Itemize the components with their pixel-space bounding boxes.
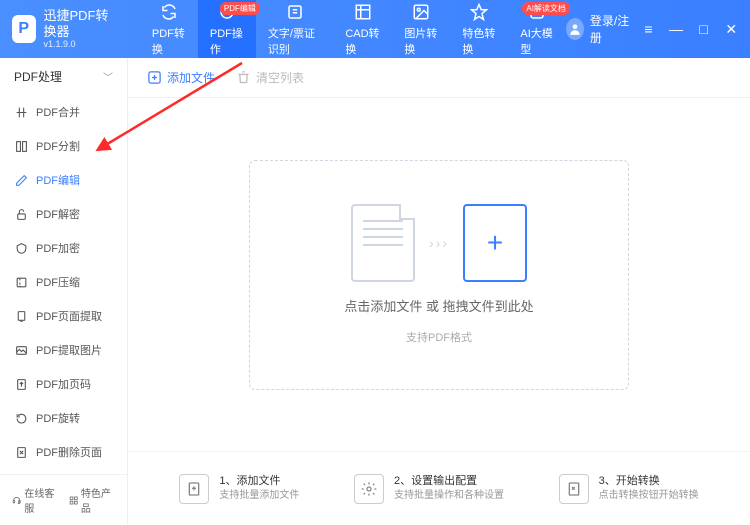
featured-link[interactable]: 特色产品: [69, 485, 116, 515]
edit-icon: [14, 173, 28, 187]
image-extract-icon: [14, 343, 28, 357]
pagenum-icon: [14, 377, 28, 391]
merge-icon: [14, 105, 28, 119]
sidebar-item-merge[interactable]: PDF合并: [0, 95, 127, 129]
toolbar: 添加文件 清空列表: [128, 58, 750, 98]
logo-area: P 迅捷PDF转换器 v1.1.9.0: [0, 8, 132, 50]
rotate-icon: [14, 411, 28, 425]
support-link[interactable]: 在线客服: [12, 485, 59, 515]
delete-icon: [14, 445, 28, 459]
sidebar-list: PDF合并 PDF分割 PDF编辑 PDF解密 PDF加密 PDF压缩 PDF页…: [0, 95, 127, 474]
clear-list-button[interactable]: 清空列表: [235, 69, 304, 86]
app-logo-icon: P: [12, 15, 36, 43]
unlock-icon: [14, 207, 28, 221]
star-icon: [469, 2, 489, 22]
sidebar-item-delete-page[interactable]: PDF删除页面: [0, 435, 127, 469]
close-button[interactable]: ✕: [720, 16, 742, 42]
header-right: 登录/注册 ≡ — □ ✕: [566, 12, 750, 46]
header: P 迅捷PDF转换器 v1.1.9.0 PDF转换 PDF编辑 PDF操作 文字…: [0, 0, 750, 58]
avatar-icon: [566, 18, 584, 40]
add-file-button[interactable]: 添加文件: [146, 69, 215, 86]
nav-cad[interactable]: CAD转换: [333, 0, 392, 58]
cad-icon: [353, 2, 373, 22]
sidebar-footer: 在线客服 特色产品: [0, 474, 127, 525]
nav-special[interactable]: 特色转换: [450, 0, 508, 58]
split-icon: [14, 139, 28, 153]
chevron-down-icon: ﹀: [103, 69, 113, 84]
dots-icon: ›››: [429, 235, 449, 251]
steps-bar: 1、添加文件支持批量添加文件 2、设置输出配置支持批量操作和各种设置 3、开始转…: [128, 451, 750, 525]
image-icon: [411, 2, 431, 22]
sidebar-item-extract-image[interactable]: PDF提取图片: [0, 333, 127, 367]
ocr-icon: [285, 2, 305, 22]
sidebar-item-add-page-number[interactable]: PDF加页码: [0, 367, 127, 401]
document-icon: [351, 204, 415, 282]
step2-icon: [354, 474, 384, 504]
sidebar-item-split[interactable]: PDF分割: [0, 129, 127, 163]
headset-icon: [12, 495, 21, 506]
step1-icon: [179, 474, 209, 504]
nav-ai[interactable]: AI解读文档 AI大模型: [508, 0, 566, 58]
menu-button[interactable]: ≡: [638, 16, 660, 42]
drop-title: 点击添加文件 或 拖拽文件到此处: [344, 296, 533, 315]
sidebar: PDF处理 ﹀ PDF合并 PDF分割 PDF编辑 PDF解密 PDF加密 PD…: [0, 58, 128, 525]
compress-icon: [14, 275, 28, 289]
sidebar-item-extract-page[interactable]: PDF页面提取: [0, 299, 127, 333]
sidebar-item-decrypt[interactable]: PDF解密: [0, 197, 127, 231]
step-3: 3、开始转换点击转换按钮开始转换: [559, 474, 699, 504]
convert-icon: [159, 2, 179, 22]
extract-icon: [14, 309, 28, 323]
sidebar-item-compress[interactable]: PDF压缩: [0, 265, 127, 299]
sidebar-title[interactable]: PDF处理 ﹀: [0, 58, 127, 95]
drop-zone[interactable]: ››› + 点击添加文件 或 拖拽文件到此处 支持PDF格式: [249, 160, 629, 390]
sidebar-item-edit[interactable]: PDF编辑: [0, 163, 127, 197]
step3-icon: [559, 474, 589, 504]
nav-image[interactable]: 图片转换: [392, 0, 450, 58]
app-title: 迅捷PDF转换器: [44, 8, 120, 39]
plus-circle-icon: [146, 70, 162, 86]
nav-pdf-operate[interactable]: PDF编辑 PDF操作: [198, 0, 256, 58]
drop-area: ››› + 点击添加文件 或 拖拽文件到此处 支持PDF格式: [128, 98, 750, 451]
drop-subtitle: 支持PDF格式: [406, 329, 472, 345]
trash-icon: [235, 70, 251, 86]
nav-pdf-convert[interactable]: PDF转换: [140, 0, 198, 58]
lock-icon: [14, 241, 28, 255]
step-1: 1、添加文件支持批量添加文件: [179, 474, 299, 504]
sidebar-item-rotate[interactable]: PDF旋转: [0, 401, 127, 435]
app-version: v1.1.9.0: [44, 39, 120, 50]
step-2: 2、设置输出配置支持批量操作和各种设置: [354, 474, 504, 504]
maximize-button[interactable]: □: [693, 16, 715, 42]
login-button[interactable]: 登录/注册: [566, 12, 632, 46]
grid-icon: [69, 495, 78, 506]
plus-box-icon: +: [463, 204, 527, 282]
main-content: 添加文件 清空列表 ››› + 点击添加文件 或 拖拽文件到此处 支持PDF格式: [128, 58, 750, 525]
nav-ocr[interactable]: 文字/票证识别: [256, 0, 333, 58]
minimize-button[interactable]: —: [665, 16, 687, 42]
top-nav: PDF转换 PDF编辑 PDF操作 文字/票证识别 CAD转换 图片转换 特色转…: [140, 0, 566, 58]
nav-badge-ai: AI解读文档: [522, 2, 570, 15]
sidebar-item-encrypt[interactable]: PDF加密: [0, 231, 127, 265]
drop-illustration: ››› +: [351, 204, 527, 282]
nav-badge: PDF编辑: [220, 2, 260, 15]
